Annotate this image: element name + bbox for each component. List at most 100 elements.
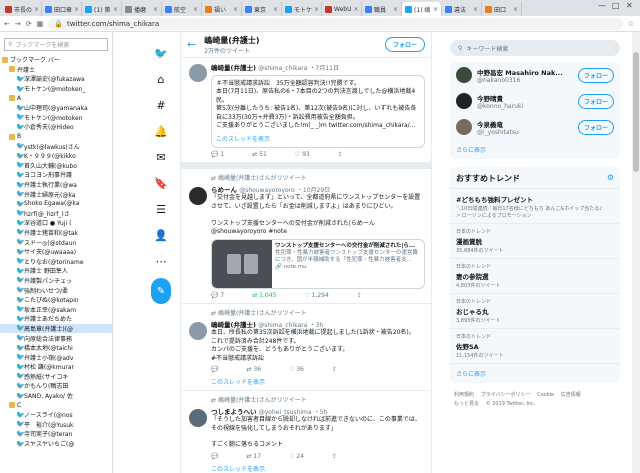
reload-icon[interactable]: ⟳ [26,20,32,28]
bookmark-item[interactable]: 🐦 強制わいせつ/柔 [0,285,112,295]
home-icon[interactable]: ⌂ [148,66,174,92]
browser-tab[interactable]: 福い × [202,2,242,16]
bookmark-item[interactable]: 🐦 弁護士猪苗和(@tak [0,228,112,238]
like-icon[interactable]: ♡ 1,294 [304,292,328,299]
forward-icon[interactable]: → [15,20,21,28]
bookmark-item[interactable]: 🐦 向原総合法律事務 [0,333,112,343]
tweet[interactable]: ⇄ 嶋崎量(弁護士)さんがリツイート らめーん @shouwayoroyoro … [181,169,431,305]
browser-tab[interactable]: 東京 × [242,2,282,16]
twitter-search-input[interactable]: ⚲ キーワード検索 [450,40,620,56]
more-icon[interactable]: ⋯ [148,248,174,274]
bookmark-item[interactable]: 🐦 弁護士執行業(@wa [0,180,112,190]
reply-icon[interactable]: 💬 [211,366,218,373]
trend-item[interactable]: 日本のトレンド 佐野SA 11,154件のツイート [450,329,620,364]
bookmark-item[interactable]: 🐦 hzrf(@_hzrf_)さ [0,209,112,219]
browser-tab[interactable]: 播磨 × [122,2,162,16]
bookmark-item[interactable]: 🐦 山中理司(@yamanaka [0,103,112,113]
follow-suggestion[interactable]: 今泉義竜 @i_yoshitatsu フォロー [450,114,620,140]
close-tab-icon[interactable]: × [153,6,158,13]
avatar[interactable] [189,409,207,428]
close-tab-icon[interactable]: × [314,6,319,13]
avatar[interactable] [189,322,207,341]
reply-icon[interactable]: 💬 1 [211,151,224,158]
like-icon[interactable]: ♡ 36 [289,366,304,373]
bookmark-folder[interactable]: ブックマーク バー [0,55,112,65]
close-tab-icon[interactable]: × [193,6,198,13]
show-thread-link[interactable]: このスレッドを表示 [211,373,425,386]
retweet-icon[interactable]: ⇄ 36 [246,366,261,373]
close-tab-icon[interactable]: × [473,6,478,13]
share-icon[interactable]: ⇪ [332,366,337,373]
bookmark-item[interactable]: 🐦 高島章(弁護士)(@ [0,323,112,334]
close-tab-icon[interactable]: × [513,6,518,13]
bookmark-item[interactable]: 🐦 弁護士婦原元(@ka [0,189,112,199]
bookmark-item[interactable]: 🐦 モトケン(@motoken_ [0,84,112,94]
bookmark-item[interactable]: 🐦 寺司実子(@teran [0,429,112,439]
messages-icon[interactable]: ✉ [148,144,174,170]
notifications-icon[interactable]: 🔔 [148,118,174,144]
avatar[interactable] [456,93,472,109]
trend-item[interactable]: #どちもち強料プレゼント ＼10日間連続／毎日17名様にどちもち あんこ&ホイッ… [450,189,620,224]
bookmark-item[interactable]: 🐦 感熱紙(サイコキ [0,372,112,382]
bookmark-item[interactable]: 🐦 スドー◎(@stdaun [0,237,112,247]
show-more-link[interactable]: さらに表示 [450,364,620,383]
bookmark-folder[interactable]: B [0,132,112,142]
close-tab-icon[interactable]: × [353,6,358,13]
follow-suggestion[interactable]: 中野昌宏 Masahiro Nak... @nakano0316 フォロー [450,62,620,88]
browser-tab[interactable]: (1) 嶋 × [402,2,442,16]
bookmark-item[interactable]: 🐦 かもんり(鴨志田 [0,381,112,391]
bookmark-folder[interactable]: 弁護士 [0,65,112,75]
bookmark-item[interactable]: 🐦 Shoko Egawa(@ka [0,199,112,209]
browser-tab[interactable]: 違法 × [442,2,482,16]
share-icon[interactable]: ⇪ [338,151,343,158]
show-more-link[interactable]: さらに表示 [450,140,620,159]
browser-tab[interactable]: (1) 第 × [82,2,122,16]
retweet-icon[interactable]: ⇄ 51 [252,151,267,158]
show-thread-link[interactable]: このスレッドを表示 [211,460,425,473]
back-arrow-icon[interactable]: ← [187,38,196,51]
url-field[interactable]: 🔒 twitter.com/shima_chikara [48,17,623,30]
bookmark-item[interactable]: 🐦 ヨコヨン刑事弁護 [0,170,112,180]
minimize-icon[interactable]: — [598,1,606,10]
bookmark-item[interactable]: 🐦 坂本正幸(@sakam [0,304,112,314]
bookmark-item[interactable]: 🐦 弁護製パンチェッ [0,276,112,286]
compose-tweet-icon[interactable]: ✎ [151,278,171,304]
browser-tab[interactable]: 職員 × [362,2,402,16]
bookmark-folder[interactable]: C [0,400,112,410]
retweet-icon[interactable]: ⇄ 1,045 [252,292,276,299]
follow-button[interactable]: フォロー [577,67,614,83]
share-icon[interactable]: ⇪ [357,292,362,299]
bookmark-item[interactable]: 🐦 平 裕介(@Yusuk [0,420,112,430]
bookmark-item[interactable]: 🐦 弁護士小嶺(@adv [0,352,112,362]
retweet-icon[interactable]: ⇄ 17 [246,453,261,460]
maximize-icon[interactable]: □ [612,1,620,10]
bookmark-item[interactable]: 🐦 スヤスヤいちご(@ [0,439,112,449]
bookmarks-icon[interactable]: 🔖 [148,170,174,196]
close-tab-icon[interactable]: × [34,6,39,13]
avatar[interactable] [456,119,472,135]
bookmark-item[interactable]: 🐦 橋本太地(@taichi [0,343,112,353]
bookmark-item[interactable]: 🐦 深谷道口 ● Yuji ( [0,218,112,228]
bookmark-item[interactable]: 🐦 深澤諭史(@fukazawa [0,74,112,84]
browser-tab[interactable]: 航空 × [162,2,202,16]
close-tab-icon[interactable]: × [113,6,118,13]
bookmark-item[interactable]: 🐦 こたぴぬ(@kotapin [0,295,112,305]
browser-tab[interactable]: 田口 × [482,2,522,16]
close-tab-icon[interactable]: × [433,6,438,13]
avatar[interactable] [189,64,207,82]
tweet[interactable]: ⇄ 嶋崎量(弁護士)さんがリツイート つしまようへい @yohei_tsushi… [181,391,431,473]
scrollbar-thumb[interactable] [633,52,639,172]
follow-button[interactable]: フォロー [384,37,425,52]
apps-icon[interactable]: ▦ [37,20,44,28]
trend-item[interactable]: 日本のトレンド 妻の参院選 4,803件のツイート [450,259,620,294]
explore-icon[interactable]: # [148,92,174,118]
like-icon[interactable]: ♡ 93 [295,151,310,158]
scrollbar[interactable] [632,32,640,473]
bookmark-search-input[interactable]: ⚲ ブックマークを検索 [4,38,108,51]
bookmark-item[interactable]: 🐦 首久山大輔(@kubo [0,161,112,171]
trend-item[interactable]: 日本のトレンド おじゃる丸 3,893件のツイート [450,294,620,329]
like-icon[interactable]: ♡ 24 [289,453,304,460]
profile-icon[interactable]: 👤 [148,222,174,248]
share-icon[interactable]: ⇪ [332,453,337,460]
follow-suggestion[interactable]: 今野晴貴 @konno_haruki フォロー [450,88,620,114]
